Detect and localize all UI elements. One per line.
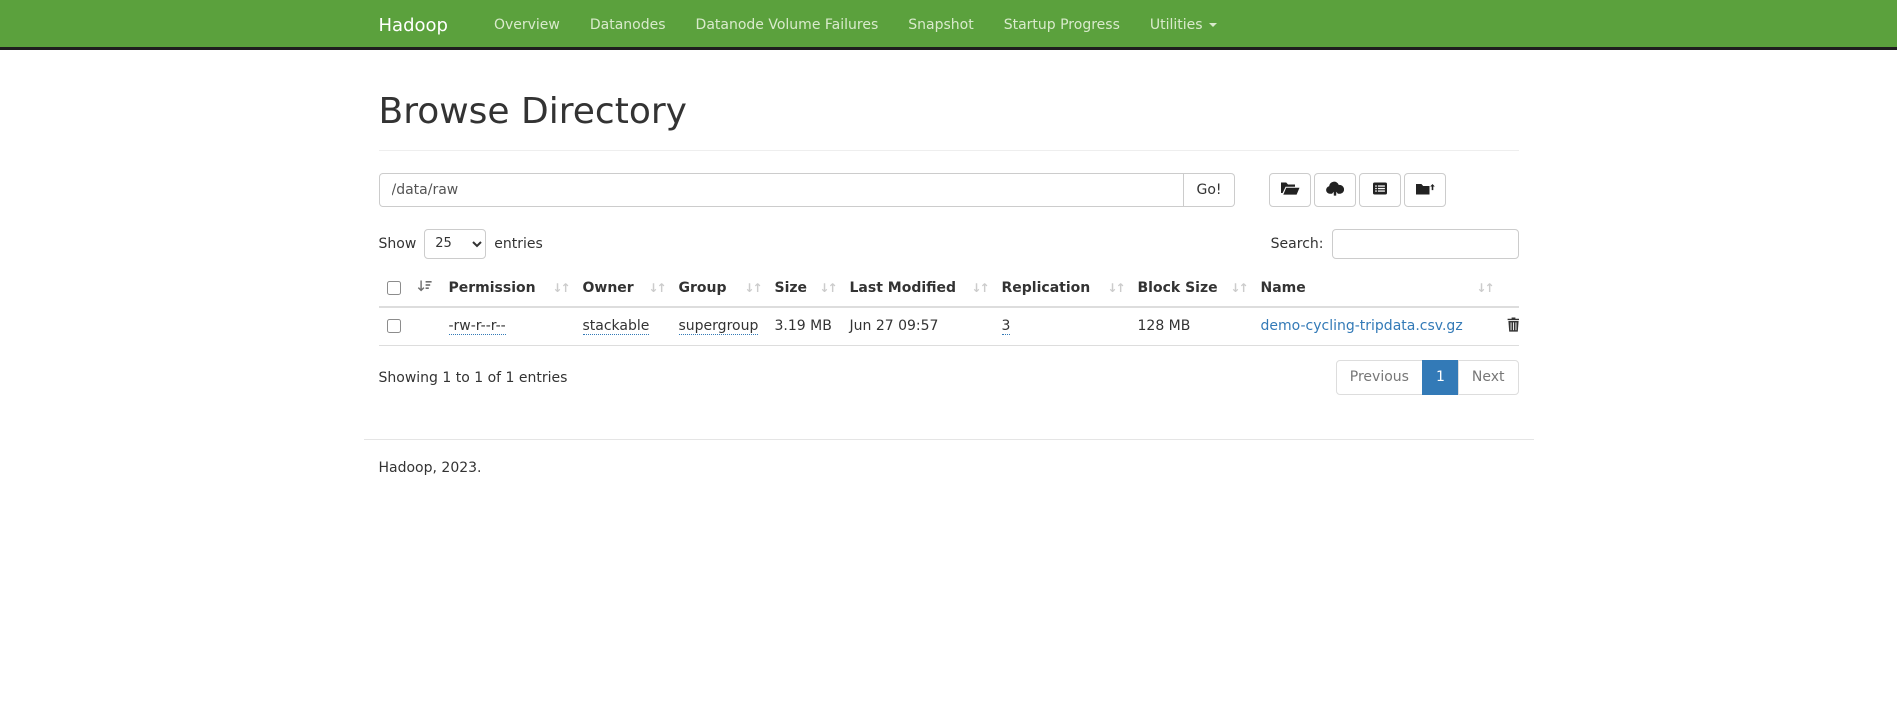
entries-info: Showing 1 to 1 of 1 entries: [379, 362, 568, 386]
sort-arrows-icon[interactable]: ↓↑: [971, 281, 987, 295]
actions-cell: [1499, 307, 1519, 346]
create-directory-button[interactable]: [1269, 173, 1311, 207]
permission-value[interactable]: -rw-r--r--: [449, 318, 506, 335]
replication-cell: 3: [994, 307, 1130, 346]
nav-item-datanode-volume-failures[interactable]: Datanode Volume Failures: [681, 0, 894, 50]
nav-item-snapshot[interactable]: Snapshot: [893, 0, 988, 50]
folder-move-icon: [1415, 181, 1435, 199]
nav-item-utilities-dropdown[interactable]: Utilities: [1135, 0, 1232, 50]
table-footer: Showing 1 to 1 of 1 entries Previous 1 N…: [379, 352, 1519, 396]
group-cell: supergroup: [671, 307, 767, 346]
table-controls: Show 25 entries Search:: [379, 229, 1519, 259]
go-button[interactable]: Go!: [1184, 173, 1234, 207]
last-modified-cell: Jun 27 09:57: [842, 307, 994, 346]
trash-icon: [1507, 320, 1519, 336]
col-header-replication[interactable]: Replication ↓↑: [994, 271, 1130, 307]
top-navbar: Hadoop Overview Datanodes Datanode Volum…: [0, 0, 1897, 50]
col-header-size[interactable]: Size ↓↑: [767, 271, 842, 307]
cut-paste-button[interactable]: [1404, 173, 1446, 207]
folder-open-icon: [1280, 181, 1300, 199]
col-header-name[interactable]: Name ↓↑: [1253, 271, 1499, 307]
row-select-cell: [379, 307, 441, 346]
col-header-block-size[interactable]: Block Size ↓↑: [1130, 271, 1253, 307]
footer-divider: [364, 439, 1534, 440]
navbar-menu: Overview Datanodes Datanode Volume Failu…: [479, 0, 1232, 50]
list-alt-icon: [1372, 181, 1388, 199]
sort-by-attributes-icon[interactable]: [417, 281, 432, 297]
show-label: Show: [379, 236, 417, 252]
navbar-brand[interactable]: Hadoop: [364, 0, 463, 50]
pagination-previous[interactable]: Previous: [1336, 360, 1423, 396]
sort-arrows-icon[interactable]: ↓↑: [648, 281, 664, 295]
path-form: Go!: [379, 173, 1519, 207]
caret-down-icon: [1209, 23, 1217, 27]
col-header-permission[interactable]: Permission ↓↑: [441, 271, 575, 307]
select-all-checkbox[interactable]: [387, 281, 401, 295]
size-cell: 3.19 MB: [767, 307, 842, 346]
title-divider: [379, 150, 1519, 151]
delete-file-button[interactable]: [1507, 317, 1519, 336]
row-select-checkbox[interactable]: [387, 319, 401, 333]
file-table: Permission ↓↑ Owner ↓↑ Group ↓↑ Size ↓↑ …: [379, 271, 1519, 346]
permission-cell: -rw-r--r--: [441, 307, 575, 346]
nav-item-startup-progress[interactable]: Startup Progress: [989, 0, 1135, 50]
site-footer-text: Hadoop, 2023.: [379, 460, 1519, 476]
col-header-group[interactable]: Group ↓↑: [671, 271, 767, 307]
replication-value[interactable]: 3: [1002, 318, 1011, 335]
owner-value[interactable]: stackable: [583, 318, 650, 335]
owner-cell: stackable: [575, 307, 671, 346]
page-title: Browse Directory: [379, 92, 1519, 132]
sort-arrows-icon[interactable]: ↓↑: [552, 281, 568, 295]
col-header-actions: [1499, 271, 1519, 307]
sort-arrows-icon[interactable]: ↓↑: [819, 281, 835, 295]
name-cell: demo-cycling-tripdata.csv.gz: [1253, 307, 1499, 346]
set-quota-button[interactable]: [1359, 173, 1401, 207]
directory-toolbar: [1269, 173, 1449, 207]
page-size-select[interactable]: 25: [424, 229, 486, 259]
file-name-link[interactable]: demo-cycling-tripdata.csv.gz: [1261, 318, 1463, 334]
entries-label: entries: [494, 236, 543, 252]
sort-arrows-icon[interactable]: ↓↑: [1230, 281, 1246, 295]
group-value[interactable]: supergroup: [679, 318, 759, 335]
sort-arrows-icon[interactable]: ↓↑: [744, 281, 760, 295]
directory-path-input[interactable]: [379, 173, 1185, 207]
search-input[interactable]: [1332, 229, 1519, 259]
col-header-owner[interactable]: Owner ↓↑: [575, 271, 671, 307]
nav-item-datanodes[interactable]: Datanodes: [575, 0, 681, 50]
table-row: -rw-r--r-- stackable supergroup 3.19 MB …: [379, 307, 1519, 346]
sort-arrows-icon[interactable]: ↓↑: [1107, 281, 1123, 295]
nav-item-overview[interactable]: Overview: [479, 0, 575, 50]
search-label: Search:: [1271, 236, 1324, 252]
col-header-last-modified[interactable]: Last Modified ↓↑: [842, 271, 994, 307]
select-all-header[interactable]: [379, 271, 441, 307]
pagination: Previous 1 Next: [1336, 360, 1519, 396]
block-size-cell: 128 MB: [1130, 307, 1253, 346]
upload-files-button[interactable]: [1314, 173, 1356, 207]
pagination-next[interactable]: Next: [1458, 360, 1519, 396]
cloud-upload-icon: [1325, 181, 1345, 199]
table-header-row: Permission ↓↑ Owner ↓↑ Group ↓↑ Size ↓↑ …: [379, 271, 1519, 307]
sort-arrows-icon[interactable]: ↓↑: [1476, 281, 1492, 295]
pagination-page-1[interactable]: 1: [1422, 360, 1459, 396]
